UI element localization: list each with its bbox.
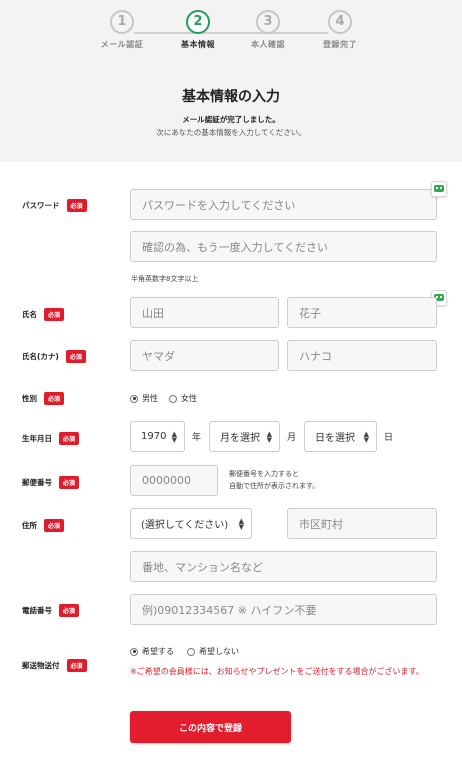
birthdate-label: 生年月日 必須 <box>22 432 80 445</box>
name-label: 氏名 必須 <box>22 308 65 321</box>
mail-delivery-label-text: 郵送物送付 <box>22 661 60 670</box>
select-arrows-icon: ▲ ▼ <box>363 430 369 444</box>
required-badge: 必須 <box>59 604 80 617</box>
birthdate-label-text: 生年月日 <box>22 434 52 443</box>
first-name-input[interactable]: 花子 <box>287 297 437 328</box>
gender-female-label: 女性 <box>181 394 197 403</box>
radio-unchecked-icon <box>187 647 195 656</box>
mail-yes-radio[interactable]: 希望する <box>130 646 174 657</box>
radio-unchecked-icon <box>169 394 177 403</box>
phone-label-text: 電話番号 <box>22 606 52 615</box>
address-label-text: 住所 <box>22 521 37 530</box>
select-arrows-icon: ▲ ▼ <box>171 430 177 444</box>
mail-no-radio[interactable]: 希望しない <box>187 646 239 657</box>
postal-note-1: 郵便番号を入力すると <box>229 470 299 478</box>
password-input[interactable]: パスワードを入力してください <box>130 189 437 220</box>
password-hint: 半角英数字8文字以上 <box>131 275 199 283</box>
radio-checked-icon <box>130 647 138 656</box>
gender-male-label: 男性 <box>142 394 158 403</box>
step-4-label: 登録完了 <box>323 40 357 49</box>
password-confirm-input[interactable]: 確認の為、もう一度入力してください <box>130 231 437 262</box>
prefecture-select[interactable]: (選択してください) ▲ ▼ <box>130 508 252 539</box>
last-name-input[interactable]: 山田 <box>130 297 279 328</box>
required-badge: 必須 <box>44 308 65 321</box>
required-badge: 必須 <box>44 392 65 405</box>
month-unit: 月 <box>287 433 297 443</box>
email-verified-message: メール認証が完了しました。 <box>182 115 280 124</box>
city-input[interactable]: 市区町村 <box>287 508 437 539</box>
step-progress: 1 メール認証 2 基本情報 3 本人確認 4 登録完了 <box>0 10 462 60</box>
step-1: 1 メール認証 <box>82 10 162 50</box>
step-2-label: 基本情報 <box>181 40 215 49</box>
step-4-number: 4 <box>328 10 352 34</box>
birth-year-value: 1970 <box>141 431 167 442</box>
birth-month-value: 月を選択 <box>220 433 260 444</box>
mail-yes-label: 希望する <box>142 647 174 656</box>
instruction-message: 次にあなたの基本情報を入力してください。 <box>156 128 306 137</box>
step-2: 2 基本情報 <box>158 10 238 50</box>
password-label: パスワード 必須 <box>22 199 87 212</box>
register-button[interactable]: この内容で登録 <box>130 711 291 743</box>
name-label-text: 氏名 <box>22 310 37 319</box>
step-3-label: 本人確認 <box>251 40 285 49</box>
phone-input[interactable]: 例)09012334567 ※ ハイフン不要 <box>130 594 437 625</box>
phone-label: 電話番号 必須 <box>22 604 80 617</box>
password-manager-icon[interactable] <box>431 181 447 197</box>
day-unit: 日 <box>384 433 394 443</box>
gender-label: 性別 必須 <box>22 392 65 405</box>
postal-label-text: 郵便番号 <box>22 478 52 487</box>
mail-delivery-label: 郵送物送付 必須 <box>22 659 87 672</box>
gender-female-radio[interactable]: 女性 <box>169 393 197 404</box>
required-badge: 必須 <box>59 476 80 489</box>
required-badge: 必須 <box>66 199 87 212</box>
step-3-number: 3 <box>256 10 280 34</box>
select-arrows-icon: ▲ ▼ <box>266 430 272 444</box>
select-arrows-icon: ▲ ▼ <box>238 517 244 531</box>
required-badge: 必須 <box>66 659 87 672</box>
gender-label-text: 性別 <box>22 394 37 403</box>
step-1-number: 1 <box>110 10 134 34</box>
birth-day-value: 日を選択 <box>315 433 355 444</box>
required-badge: 必須 <box>44 519 65 532</box>
mail-no-label: 希望しない <box>199 647 239 656</box>
step-4: 4 登録完了 <box>300 10 380 50</box>
postal-label: 郵便番号 必須 <box>22 476 80 489</box>
radio-checked-icon <box>130 394 138 403</box>
birth-month-select[interactable]: 月を選択 ▲ ▼ <box>209 421 280 452</box>
required-badge: 必須 <box>65 350 86 363</box>
kana-label-text: 氏名(カナ) <box>22 352 59 361</box>
first-name-kana-input[interactable]: ハナコ <box>287 340 437 371</box>
postal-note-2: 自動で住所が表示されます。 <box>229 482 320 490</box>
last-name-kana-input[interactable]: ヤマダ <box>130 340 279 371</box>
required-badge: 必須 <box>59 432 80 445</box>
address-label: 住所 必須 <box>22 519 65 532</box>
kana-label: 氏名(カナ) 必須 <box>22 350 86 363</box>
birth-day-select[interactable]: 日を選択 ▲ ▼ <box>304 421 377 452</box>
street-input[interactable]: 番地、マンション名など <box>130 551 437 582</box>
year-unit: 年 <box>192 433 202 443</box>
password-label-text: パスワード <box>22 201 60 210</box>
birth-year-select[interactable]: 1970 ▲ ▼ <box>130 421 185 452</box>
postal-code-input[interactable]: 0000000 <box>130 465 218 496</box>
header-area: 1 メール認証 2 基本情報 3 本人確認 4 登録完了 基本情報の入力 メール… <box>0 0 462 162</box>
step-3: 3 本人確認 <box>228 10 308 50</box>
gender-male-radio[interactable]: 男性 <box>130 393 158 404</box>
step-2-number: 2 <box>186 10 210 34</box>
page-title: 基本情報の入力 <box>182 89 280 105</box>
mail-warning: ※ご希望の会員様には、お知らせやプレゼントをご送付をする場合がございます。 <box>130 667 424 676</box>
prefecture-value: (選択してください) <box>141 520 229 531</box>
step-1-label: メール認証 <box>100 40 144 49</box>
